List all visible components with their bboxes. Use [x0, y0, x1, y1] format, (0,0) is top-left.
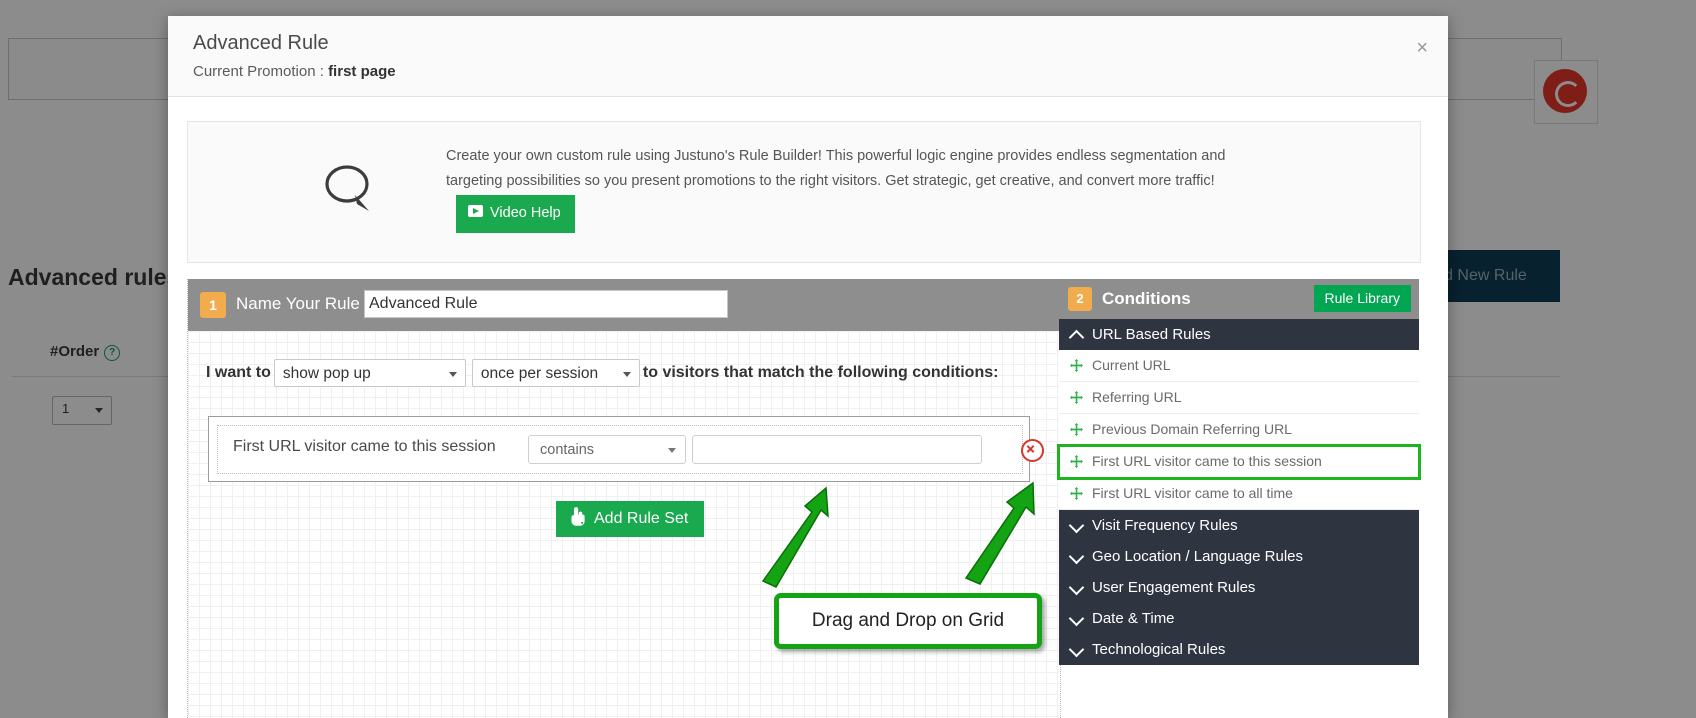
- speech-bubble-icon: [325, 165, 369, 211]
- step-one-bar: 1 Name Your Rule: [188, 279, 1060, 331]
- close-icon[interactable]: ×: [1416, 38, 1428, 58]
- video-help-label: Video Help: [490, 205, 561, 221]
- info-description: Create your own custom rule using Justun…: [446, 148, 1226, 189]
- drag-drop-callout: Drag and Drop on Grid: [774, 593, 1042, 649]
- condition-groups: URL Based Rules Current URL Referring URL P…: [1057, 319, 1421, 665]
- condition-item-list: Current URL Referring URL Previous Domain …: [1057, 350, 1421, 510]
- step-number-badge: 1: [200, 292, 226, 318]
- chevron-down-icon: [448, 372, 457, 377]
- condition-group-label: Visit Frequency Rules: [1092, 517, 1238, 534]
- condition-group-header[interactable]: Visit Frequency Rules: [1059, 510, 1419, 541]
- chevron-down-icon: [1068, 641, 1085, 658]
- rule-name-input[interactable]: [364, 290, 728, 318]
- condition-item[interactable]: Referring URL: [1059, 382, 1419, 414]
- current-promotion-label: Current Promotion :: [193, 63, 324, 80]
- remove-rule-icon[interactable]: [1021, 439, 1044, 462]
- rule-condition-label: First URL visitor came to this session: [233, 438, 496, 455]
- condition-group-header[interactable]: Technological Rules: [1059, 634, 1419, 665]
- play-icon: [468, 205, 483, 217]
- chevron-down-icon: [1068, 610, 1085, 627]
- chevron-down-icon: [1068, 579, 1085, 596]
- condition-group-label: Geo Location / Language Rules: [1092, 548, 1303, 565]
- conditions-title: Conditions: [1102, 289, 1191, 308]
- rule-builder-panel: 1 Name Your Rule I want to show pop up onc…: [187, 279, 1061, 718]
- condition-item[interactable]: First URL visitor came to all time: [1059, 478, 1419, 510]
- condition-item-label: First URL visitor came to this session: [1092, 453, 1322, 469]
- condition-group-label: Technological Rules: [1092, 641, 1226, 658]
- drag-move-icon: [1070, 359, 1083, 372]
- chevron-down-icon: [668, 448, 676, 453]
- info-text-block: Create your own custom rule using Justun…: [446, 144, 1266, 233]
- sentence-suffix: to visitors that match the following con…: [642, 364, 999, 382]
- condition-item-label: First URL visitor came to all time: [1092, 485, 1293, 501]
- add-rule-set-label: Add Rule Set: [594, 510, 689, 527]
- add-rule-set-button[interactable]: Add Rule Set: [556, 501, 705, 537]
- drag-move-icon: [1070, 423, 1083, 436]
- condition-item[interactable]: Current URL: [1059, 350, 1419, 382]
- chevron-down-icon: [1068, 548, 1085, 565]
- frequency-select-value: once per session: [480, 365, 599, 382]
- condition-group-label: Date & Time: [1092, 610, 1175, 627]
- rule-set-container: First URL visitor came to this session c…: [208, 416, 1044, 482]
- condition-group-label: User Engagement Rules: [1092, 579, 1256, 596]
- action-select[interactable]: show pop up: [273, 359, 466, 387]
- modal-title: Advanced Rule: [193, 32, 329, 54]
- condition-item-label: Referring URL: [1092, 389, 1182, 405]
- conditions-header: 2 Conditions Rule Library: [1059, 279, 1419, 319]
- rule-grid-canvas[interactable]: I want to show pop up once per session to v…: [188, 331, 1060, 718]
- rule-library-button[interactable]: Rule Library: [1313, 285, 1411, 312]
- name-your-rule-label: Name Your Rule: [236, 294, 360, 313]
- current-promotion-value: first page: [328, 63, 396, 80]
- rule-row[interactable]: First URL visitor came to this session c…: [217, 425, 1023, 474]
- condition-group-header[interactable]: Geo Location / Language Rules: [1059, 541, 1419, 572]
- sentence-prefix: I want to: [206, 364, 271, 382]
- drag-move-icon: [1070, 487, 1083, 500]
- conditions-panel: 2 Conditions Rule Library URL Based Rule…: [1057, 279, 1421, 718]
- modal-header: Advanced Rule Current Promotion : first …: [168, 16, 1448, 97]
- condition-item-label: Current URL: [1092, 357, 1171, 373]
- rule-operator-value: contains: [540, 442, 595, 458]
- step-number-badge: 2: [1068, 287, 1092, 311]
- chevron-down-icon: [1068, 517, 1085, 534]
- condition-item[interactable]: Previous Domain Referring URL: [1059, 414, 1419, 446]
- condition-group-header[interactable]: User Engagement Rules: [1059, 572, 1419, 603]
- chevron-up-icon: [1068, 329, 1085, 346]
- drag-move-icon: [1070, 391, 1083, 404]
- video-help-button[interactable]: Video Help: [456, 195, 575, 233]
- condition-group-header[interactable]: Date & Time: [1059, 603, 1419, 634]
- pointing-hand-icon: [571, 507, 585, 526]
- chevron-down-icon: [622, 372, 631, 377]
- screen-root: Advanced rules #Order? 1 dd New Rule Adv…: [0, 0, 1696, 718]
- condition-item-label: Previous Domain Referring URL: [1092, 421, 1292, 437]
- rule-value-input[interactable]: [692, 435, 982, 464]
- rule-operator-select[interactable]: contains: [528, 435, 686, 464]
- drag-move-icon: [1070, 455, 1083, 468]
- action-select-value: show pop up: [282, 365, 371, 382]
- info-panel: Create your own custom rule using Justun…: [187, 121, 1421, 263]
- condition-group-header[interactable]: URL Based Rules: [1059, 319, 1419, 350]
- rule-sentence: I want to show pop up once per session to v…: [206, 359, 998, 387]
- condition-group-label: URL Based Rules: [1092, 326, 1211, 343]
- modal-subtitle: Current Promotion : first page: [193, 63, 396, 80]
- condition-item[interactable]: First URL visitor came to this session: [1057, 444, 1421, 480]
- frequency-select[interactable]: once per session: [471, 359, 640, 387]
